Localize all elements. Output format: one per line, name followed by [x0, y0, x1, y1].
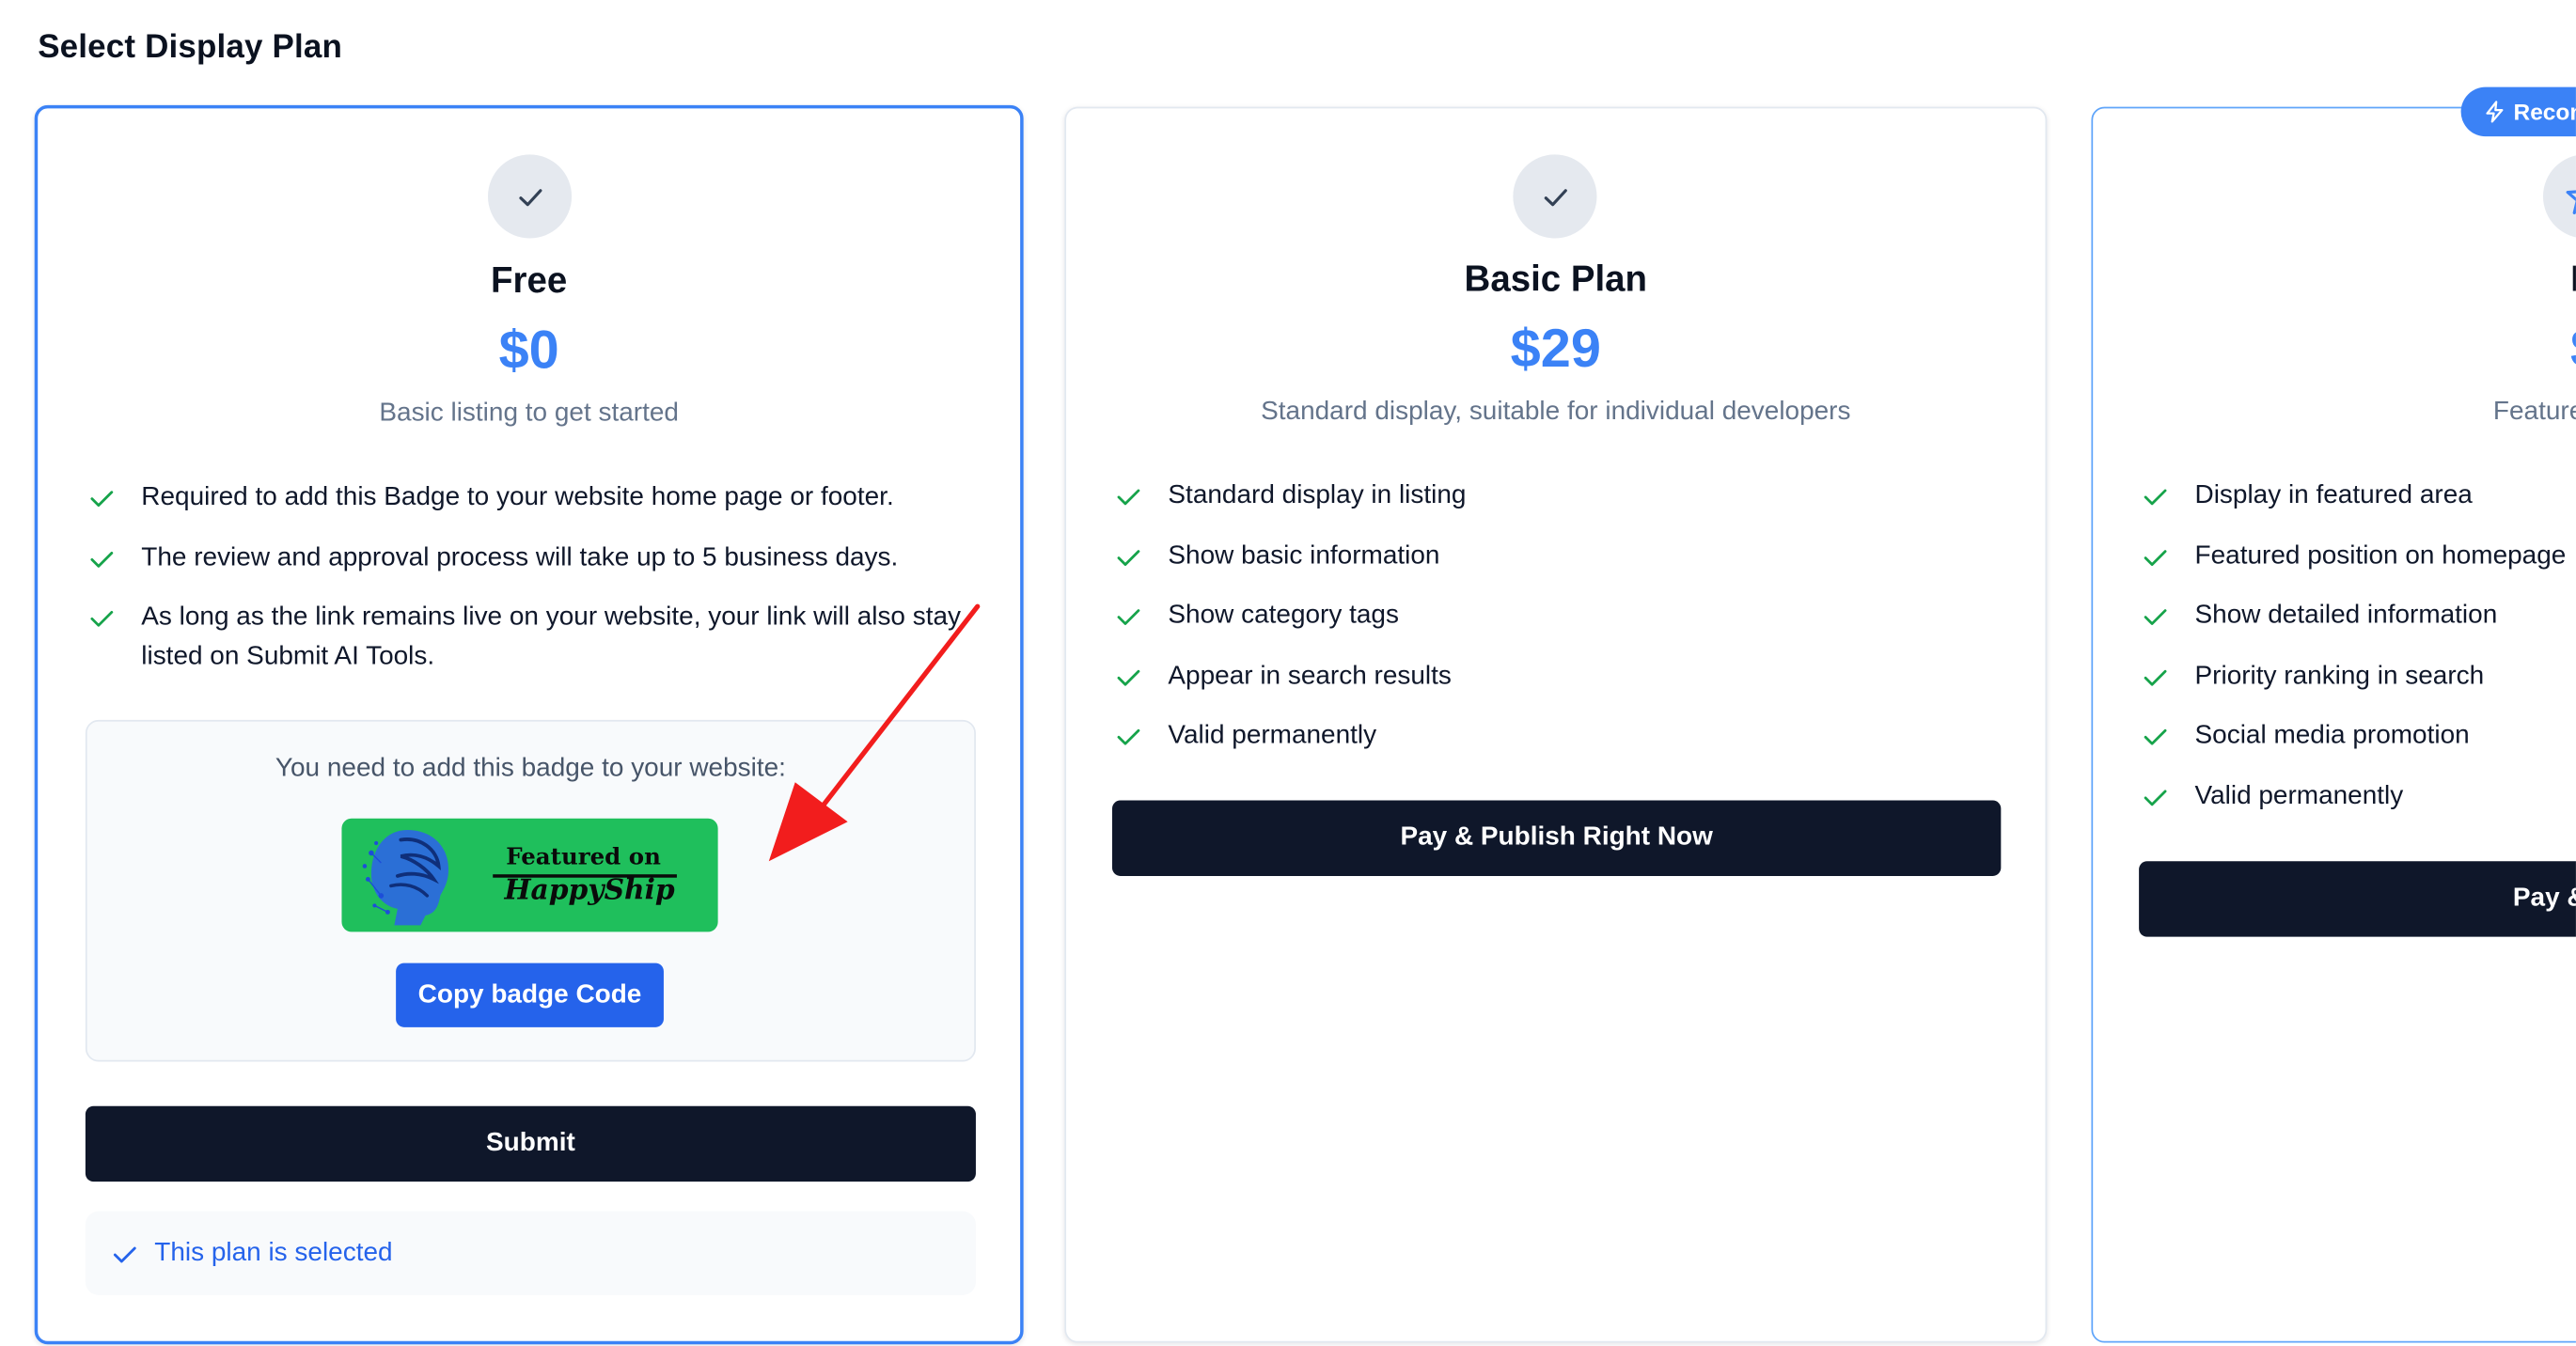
- lightning-icon: [2486, 101, 2504, 123]
- check-icon: [1117, 728, 1140, 745]
- feature-item: Valid permanently: [2143, 776, 2576, 816]
- recommended-label: Recommended: [2513, 98, 2576, 125]
- plan-description: Standard display, suitable for individua…: [1261, 398, 1851, 426]
- feature-item: Priority ranking in search: [2143, 657, 2576, 696]
- copy-badge-code-button[interactable]: Copy badge Code: [396, 963, 664, 1027]
- plan-name: Basic Plan: [1464, 258, 1648, 300]
- feature-text: Required to add this Badge to your websi…: [141, 483, 894, 511]
- plan-name: Free: [491, 259, 568, 301]
- check-icon: [2144, 489, 2167, 506]
- check-icon: [1117, 549, 1140, 566]
- plan-description: Basic listing to get started: [379, 399, 679, 428]
- pay-publish-button[interactable]: Pay & Publish: [2139, 861, 2576, 937]
- plan-selected-label: This plan is selected: [154, 1238, 393, 1267]
- feature-item: Valid permanently: [1115, 716, 2003, 756]
- feature-text: Priority ranking in search: [2194, 661, 2485, 690]
- feature-item: Featured position on homepage: [2143, 537, 2576, 576]
- check-icon: [1513, 154, 1597, 239]
- feature-text: Show detailed information: [2194, 601, 2498, 630]
- feature-item: Show category tags: [1115, 597, 2003, 636]
- featured-badge-image: Featured on HappyShip: [341, 818, 718, 932]
- submit-button[interactable]: Submit: [85, 1105, 976, 1182]
- check-icon: [90, 610, 114, 627]
- plan-name: Pro: [2093, 258, 2576, 301]
- feature-text: Show category tags: [1168, 601, 1399, 630]
- badge-line-1: Featured on: [506, 844, 661, 871]
- check-icon: [2144, 668, 2167, 685]
- feature-text: Social media promotion: [2194, 721, 2470, 750]
- plan-price: $9: [2093, 317, 2576, 379]
- check-icon: [2144, 549, 2167, 566]
- feature-item: Appear in search results: [1115, 657, 2003, 696]
- feature-item: Social media promotion: [2143, 716, 2576, 756]
- feature-text: Valid permanently: [1168, 721, 1377, 750]
- feature-text: Display in featured area: [2194, 481, 2473, 510]
- feature-item: Show detailed information: [2143, 597, 2576, 636]
- plan-price: $29: [1510, 317, 1601, 379]
- annotation-arrow-icon: [768, 603, 981, 862]
- check-icon: [1117, 668, 1140, 685]
- feature-text: Valid permanently: [2194, 781, 2404, 810]
- plan-price: $0: [498, 319, 559, 380]
- feature-text: Featured position on homepage: [2194, 541, 2567, 570]
- feature-item: Display in featured area: [2143, 477, 2576, 516]
- plan-selection-page: Select Display Plan Free $0 Basic listin…: [0, 0, 2576, 1346]
- happyship-logo-icon: [362, 829, 449, 926]
- page-title: Select Display Plan: [38, 29, 343, 66]
- check-icon: [1117, 489, 1140, 506]
- check-icon: [2144, 609, 2167, 625]
- plan-card-pro[interactable]: Pro $9 Featured features, Display in fea…: [2091, 106, 2576, 1343]
- feature-item: The review and approval process will tak…: [88, 539, 976, 578]
- feature-text: Appear in search results: [1168, 661, 1452, 690]
- pay-publish-button[interactable]: Pay & Publish Right Now: [1111, 800, 2002, 876]
- feature-item: Standard display in listing: [1115, 477, 2003, 516]
- recommended-badge: Recommended: [2460, 86, 2576, 137]
- check-icon: [2144, 789, 2167, 806]
- feature-item: Required to add this Badge to your websi…: [88, 478, 976, 518]
- plan-card-basic[interactable]: Basic Plan $29 Standard display, suitabl…: [1064, 106, 2048, 1343]
- check-icon: [90, 551, 114, 567]
- badge-line-2: HappyShip: [504, 874, 675, 908]
- plan-selected-indicator: This plan is selected: [85, 1211, 976, 1295]
- star-icon: [2542, 154, 2576, 239]
- feature-text: Show basic information: [1168, 541, 1440, 570]
- check-icon: [487, 154, 573, 239]
- check-icon: [1117, 609, 1140, 625]
- check-icon: [90, 491, 114, 508]
- feature-text: The review and approval process will tak…: [141, 542, 899, 571]
- feature-list: Display in featured area Featured positi…: [2143, 477, 2576, 837]
- feature-item: Show basic information: [1115, 537, 2003, 576]
- plan-description: Featured features,: [2492, 398, 2576, 426]
- check-icon: [2144, 728, 2167, 745]
- feature-list: Standard display in listing Show basic i…: [1115, 477, 2003, 776]
- check-icon: [113, 1245, 136, 1262]
- feature-text: Standard display in listing: [1168, 481, 1467, 510]
